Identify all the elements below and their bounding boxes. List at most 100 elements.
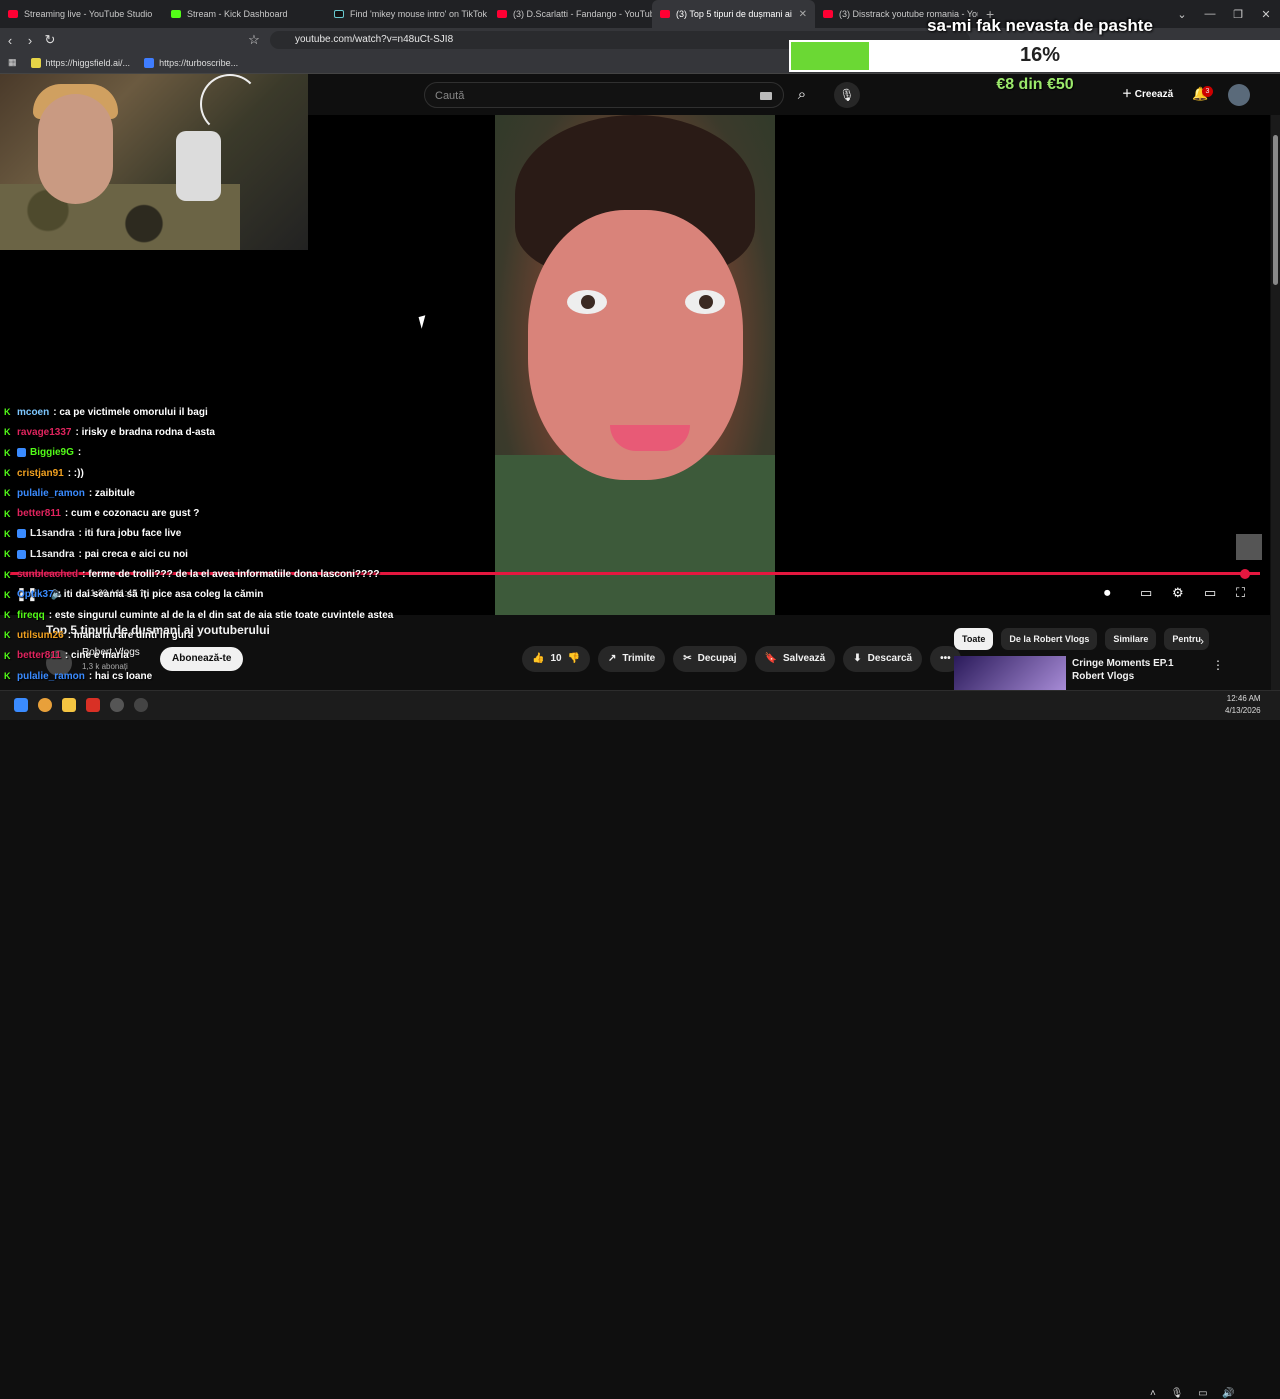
app-icon[interactable] xyxy=(86,698,100,712)
restore-icon[interactable]: ❐ xyxy=(1224,8,1252,21)
kick-badge-icon: K xyxy=(4,407,11,418)
apps-grid-icon[interactable]: ▦ xyxy=(8,57,17,68)
tab-scarlatti[interactable]: (3) D.Scarlatti - Fandango - YouTube xyxy=(489,0,652,28)
webcam-face xyxy=(38,94,113,204)
more-vert-icon[interactable]: ⋮ xyxy=(1212,658,1224,672)
chat-username: Biggie9G xyxy=(30,447,74,459)
microphone-icon[interactable]: 🎙 xyxy=(834,82,860,108)
donation-amount: €8 din €50 xyxy=(996,76,1074,93)
share-button[interactable]: ↗ Trimite xyxy=(598,646,666,672)
webcam-overlay xyxy=(0,74,308,250)
kick-badge-icon: K xyxy=(4,528,11,539)
recommendation-chips: Toate De la Robert Vlogs Similare Pentru xyxy=(954,628,1254,650)
chat-text: : :)) xyxy=(67,467,84,479)
youtube-icon xyxy=(660,10,670,18)
chat-message: Kbetter811: cum e cozonacu are gust ? xyxy=(0,503,460,523)
subtitles-icon[interactable]: ▭ xyxy=(1140,585,1152,601)
download-button[interactable]: ⬇ Descarcă xyxy=(843,646,923,672)
tab-youtube-studio[interactable]: Streaming live - YouTube Studio xyxy=(0,0,163,28)
fullscreen-icon[interactable]: ⛶ xyxy=(1236,585,1245,601)
clock-date: 4/13/2026 xyxy=(1225,706,1261,715)
chat-text: : iti fura jobu face live xyxy=(78,528,182,540)
back-icon[interactable]: ‹ xyxy=(0,33,20,48)
kick-badge-icon: K xyxy=(4,650,11,661)
chat-username: Optik37 xyxy=(17,589,54,601)
settings-gear-icon[interactable]: ⚙ xyxy=(1172,585,1184,601)
chat-text: : irisky e bradna rodna d-asta xyxy=(75,426,216,438)
progress-scrubber[interactable] xyxy=(1240,569,1250,579)
chat-username: ravage1337 xyxy=(17,426,72,438)
media-icon[interactable] xyxy=(134,698,148,712)
chat-text: : zaibitule xyxy=(88,487,135,499)
search-input[interactable]: Caută xyxy=(424,82,784,108)
chat-message: Kpulalie_ramon: hai cs Ioane xyxy=(0,666,460,686)
bookmark-favicon-icon xyxy=(144,57,155,68)
clock-time: 12:46 AM xyxy=(1226,694,1261,703)
reload-icon[interactable]: ↻ xyxy=(40,32,60,48)
recommended-thumbnail[interactable] xyxy=(954,656,1066,690)
close-tab-icon[interactable]: ✕ xyxy=(799,9,807,20)
file-explorer-icon[interactable] xyxy=(62,698,76,712)
chip-similar[interactable]: Similare xyxy=(1105,628,1157,650)
subscriber-badge-icon xyxy=(17,448,26,458)
scrollbar-thumb[interactable] xyxy=(1273,135,1278,285)
donation-percent: 16% xyxy=(1019,44,1061,66)
system-tray[interactable]: ˄ 🎙 ▭ 🔊 xyxy=(1150,1388,1241,1399)
obs-icon[interactable] xyxy=(110,698,124,712)
clip-button[interactable]: ✂ Decupaj xyxy=(673,646,747,672)
bookmark-turboscribe[interactable]: https://turboscribe... xyxy=(144,57,238,68)
thumbs-down-icon[interactable]: 👎 xyxy=(568,646,580,672)
kick-badge-icon: K xyxy=(4,468,11,479)
bookmark-star-icon[interactable]: ☆ xyxy=(244,32,264,48)
close-window-icon[interactable]: ✕ xyxy=(1252,8,1280,21)
video-actions: 👍 10 👎 ↗ Trimite ✂ Decupaj 🔖 Salvează ⬇ Descar… xyxy=(522,646,961,672)
kick-badge-icon: K xyxy=(4,488,11,499)
youtube-icon xyxy=(8,10,18,18)
tiktok-icon xyxy=(334,10,344,18)
video-eye-right xyxy=(685,290,725,314)
chat-message: K Optik37: iti dai seama să îți pice asa … xyxy=(0,585,460,605)
forward-icon[interactable]: › xyxy=(20,33,40,48)
donation-goal-message: sa-mi fak nevasta de pashte xyxy=(927,16,1153,35)
chat-message: Kfireqq: este singurul cuminte al de la … xyxy=(0,605,460,625)
page-scrollbar[interactable] xyxy=(1271,115,1280,690)
tab-top5-active[interactable]: (3) Top 5 tipuri de dușmani ai ✕ xyxy=(652,0,815,28)
chat-username: sunbleached xyxy=(17,569,79,581)
autoplay-toggle[interactable]: ⏺ xyxy=(1104,585,1111,601)
theater-mode-icon[interactable]: ▭ xyxy=(1204,585,1216,601)
minimize-icon[interactable]: — xyxy=(1196,8,1224,20)
taskbar-clock[interactable]: 12:46 AM 4/13/2026 xyxy=(1225,693,1261,717)
like-button[interactable]: 👍 10 👎 xyxy=(522,646,591,672)
chat-username: utilsum26 xyxy=(17,629,64,641)
download-icon: ⬇ xyxy=(853,653,862,664)
windows-start-icon[interactable] xyxy=(14,698,28,712)
chat-message: Kmcoen: ca pe victimele omorului il bagi xyxy=(0,402,460,422)
chat-text: : maria nu are dinti in gura xyxy=(67,629,194,641)
chat-text: : ca pe victimele omorului il bagi xyxy=(53,406,208,418)
save-button[interactable]: 🔖 Salvează xyxy=(754,646,836,672)
windows-taskbar: ˄ 🎙 ▭ 🔊 xyxy=(0,690,1280,1399)
create-button[interactable]: ＋ Creează xyxy=(1114,83,1181,107)
youtube-icon xyxy=(497,10,507,18)
chip-all[interactable]: Toate xyxy=(954,628,994,650)
tab-tiktok[interactable]: Find 'mikey mouse intro' on TikTok | xyxy=(326,0,489,28)
tab-kick-dashboard[interactable]: Stream - Kick Dashboard xyxy=(163,0,326,28)
taskbar-icons xyxy=(14,698,148,712)
chevron-right-icon[interactable]: › xyxy=(1200,634,1204,648)
video-frame xyxy=(495,115,775,615)
chat-message: Kbetter811: cine e maria xyxy=(0,646,460,666)
recommended-title[interactable]: Cringe Moments EP.1 Robert Vlogs xyxy=(1072,657,1202,683)
keyboard-icon[interactable] xyxy=(760,92,772,100)
user-avatar[interactable] xyxy=(1228,84,1250,106)
webcam-microphone xyxy=(176,131,221,201)
chat-message: Kcristjan91: :)) xyxy=(0,463,460,483)
chat-message: Kutilsum26: maria nu are dinti in gura xyxy=(0,625,460,645)
kick-badge-icon: K xyxy=(4,569,11,580)
end-screen-thumbnail[interactable] xyxy=(1236,534,1262,560)
search-icon[interactable]: ⌕ xyxy=(786,82,818,108)
kick-badge-icon: K xyxy=(4,589,11,600)
chat-username: pulalie_ramon xyxy=(17,670,85,682)
bookmark-higgsfield[interactable]: https://higgsfield.ai/... xyxy=(30,57,130,68)
chrome-icon[interactable] xyxy=(38,698,52,712)
chip-from-channel[interactable]: De la Robert Vlogs xyxy=(1001,628,1098,650)
